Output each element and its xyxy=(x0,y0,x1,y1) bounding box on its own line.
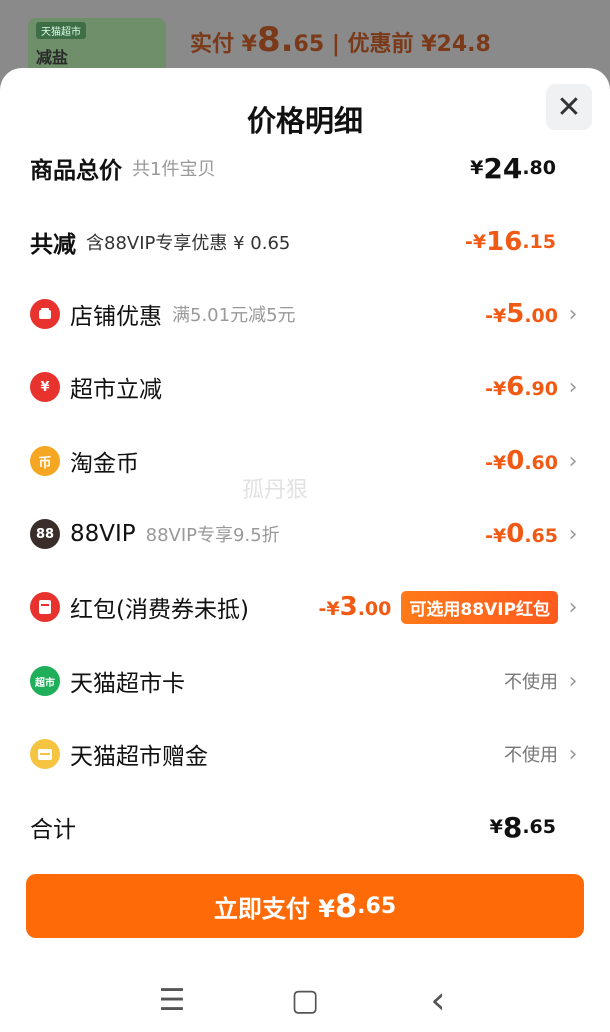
home-icon[interactable]: ▢ xyxy=(239,975,372,1025)
gold-coin-icon: 币 xyxy=(30,446,60,476)
market-card-icon: 超市 xyxy=(30,666,60,696)
row-market-card[interactable]: 超市 天猫超市卡 不使用 › xyxy=(30,661,580,701)
close-button[interactable]: ✕ xyxy=(546,84,592,130)
chevron-right-icon: › xyxy=(568,741,578,767)
chevron-right-icon: › xyxy=(568,374,578,400)
vip88-label: 88VIP xyxy=(70,521,136,547)
total-goods-label: 商品总价 xyxy=(30,158,122,184)
shop-discount-rule: 满5.01元减5元 xyxy=(172,305,296,326)
red-packet-icon xyxy=(30,592,60,622)
actual-price-prefix: 实付 ¥ xyxy=(190,32,257,57)
market-card-status: 不使用 › xyxy=(504,668,580,694)
watermark-text: 孤丹狠 xyxy=(242,478,309,503)
gold-coin-label: 淘金币 xyxy=(70,451,139,477)
red-packet-label: 红包(消费券未抵) xyxy=(70,597,249,623)
total-goods-count: 共1件宝贝 xyxy=(132,159,216,180)
row-market-reduce[interactable]: ¥ 超市立减 -¥6.90 › xyxy=(30,367,580,407)
vip88-rule: 88VIP专享9.5折 xyxy=(145,525,280,546)
shop-icon xyxy=(30,299,60,329)
chevron-right-icon: › xyxy=(568,448,578,474)
market-card-label: 天猫超市卡 xyxy=(70,671,185,697)
pay-now-button[interactable]: 立即支付 ¥8.65 xyxy=(26,874,584,938)
total-reduce-amount: -¥ 16.15 xyxy=(465,227,556,257)
thumb-text: 减盐 xyxy=(36,48,69,67)
market-reduce-label: 超市立减 xyxy=(70,377,162,403)
chevron-right-icon: › xyxy=(568,301,578,327)
vip-red-packet-badge[interactable]: 可选用88VIP红包 xyxy=(401,590,558,624)
pay-amount-int: 8 xyxy=(334,887,358,925)
row-total-goods: 商品总价 共1件宝贝 ¥24.80 xyxy=(30,148,580,188)
market-gift-status: 不使用 › xyxy=(504,741,580,767)
total-goods-amount: ¥24.80 xyxy=(470,151,556,185)
chevron-right-icon: › xyxy=(568,521,578,547)
shop-discount-amount: -¥5.00 › xyxy=(485,299,580,329)
red-packet-amount: -¥3.00 可选用88VIP红包 › xyxy=(319,590,580,624)
row-red-packet[interactable]: 红包(消费券未抵) -¥3.00 可选用88VIP红包 › xyxy=(30,587,580,627)
row-shop-discount[interactable]: 店铺优惠 满5.01元减5元 -¥5.00 › xyxy=(30,294,580,334)
price-detail-sheet: 价格明细 ✕ 商品总价 共1件宝贝 ¥24.80 共减 含88VIP专享优惠 ¥… xyxy=(0,68,610,1032)
market-gift-label: 天猫超市赠金 xyxy=(70,744,208,770)
total-reduce-label: 共减 xyxy=(30,232,76,258)
sum-amount: ¥8.65 xyxy=(489,810,556,844)
actual-price-int: 8. xyxy=(256,20,294,60)
actual-price-dec: 65 xyxy=(293,32,325,57)
pay-amount-dec: .65 xyxy=(357,893,397,919)
close-icon: ✕ xyxy=(556,89,582,125)
sheet-title: 价格明细 xyxy=(246,104,363,138)
yen-coupon-icon: ¥ xyxy=(30,372,60,402)
menu-icon[interactable]: ☰ xyxy=(106,975,239,1025)
market-reduce-amount: -¥6.90 › xyxy=(485,372,580,402)
row-total-reduce: 共减 含88VIP专享优惠 ¥ 0.65 -¥ 16.15 xyxy=(30,222,580,262)
back-icon[interactable]: ‹ xyxy=(372,975,505,1025)
gold-coin-amount: -¥0.60 › xyxy=(485,446,580,476)
total-reduce-note: 含88VIP专享优惠 ¥ 0.65 xyxy=(86,233,291,254)
row-sum: 合计 ¥8.65 xyxy=(30,807,580,847)
system-nav-bar: ☰ ▢ ‹ xyxy=(0,968,610,1032)
row-88vip[interactable]: 88 88VIP 88VIP专享9.5折 -¥0.65 › xyxy=(30,514,580,554)
sum-label: 合计 xyxy=(30,817,76,843)
row-market-gift[interactable]: 天猫超市赠金 不使用 › xyxy=(30,734,580,774)
chevron-right-icon: › xyxy=(568,668,578,694)
shop-discount-label: 店铺优惠 xyxy=(70,304,162,330)
vip88-amount: -¥0.65 › xyxy=(485,519,580,549)
price-before-discount: | 优惠前 ¥24.8 xyxy=(331,32,491,57)
chevron-right-icon: › xyxy=(568,594,578,620)
pay-label: 立即支付 ¥ xyxy=(213,894,335,923)
vip88-icon: 88 xyxy=(30,519,60,549)
gift-icon xyxy=(30,739,60,769)
background-price: 实付 ¥8.65 | 优惠前 ¥24.8 xyxy=(190,20,491,60)
thumb-tag: 天猫超市 xyxy=(36,22,86,39)
